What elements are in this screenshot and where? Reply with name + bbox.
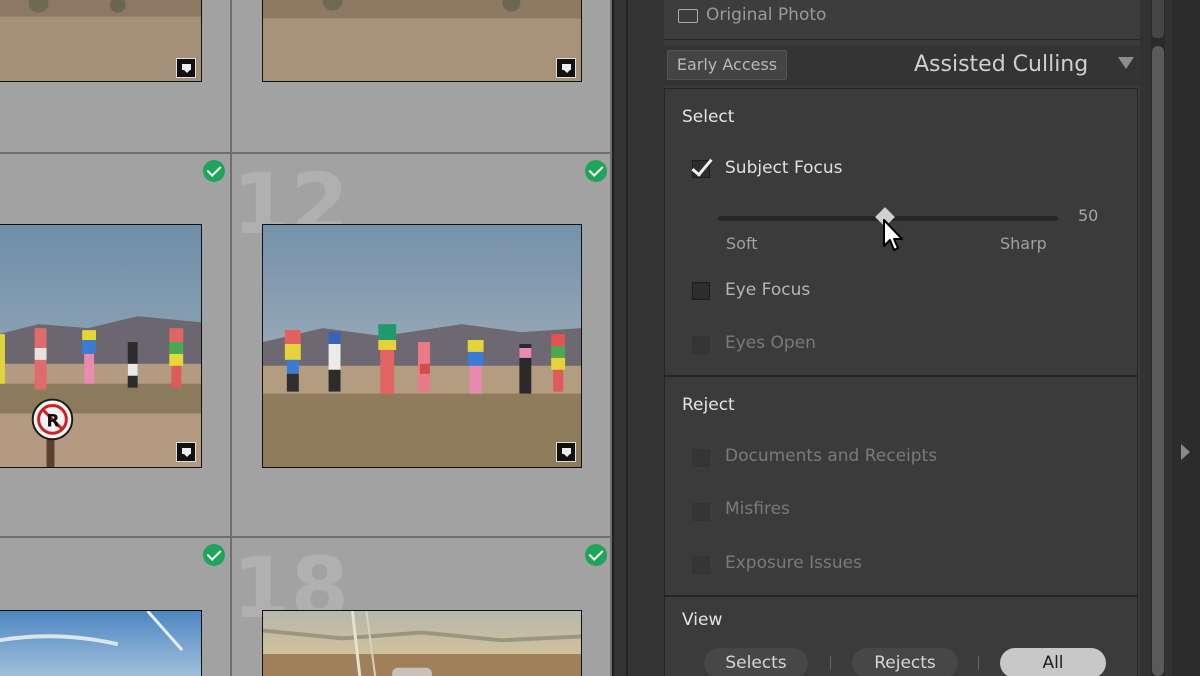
documents-receipts-label: Documents and Receipts	[725, 446, 938, 466]
check-circle-icon[interactable]	[585, 544, 607, 566]
photo-thumbnail[interactable]: R	[0, 224, 202, 468]
comment-badge-icon	[556, 58, 576, 78]
collapse-triangle-icon[interactable]	[1118, 57, 1134, 69]
view-separator	[978, 656, 979, 670]
original-photo-label: Original Photo	[706, 5, 827, 25]
grid-cell[interactable]: R	[0, 154, 232, 538]
photo-thumbnail[interactable]	[262, 224, 582, 468]
grid-cell[interactable]	[0, 538, 232, 676]
comment-badge-icon	[176, 58, 196, 78]
panel-divider	[612, 0, 664, 676]
panel-title: Assisted Culling	[914, 52, 1089, 77]
slider-max-label: Sharp	[1000, 234, 1047, 253]
subject-focus-label: Subject Focus	[725, 158, 843, 178]
check-circle-icon[interactable]	[585, 160, 607, 182]
photo-grid: R 12 18	[0, 0, 624, 676]
photo-thumbnail[interactable]	[0, 610, 202, 676]
original-photo-icon	[678, 9, 698, 23]
scrollbar-cap[interactable]	[1152, 0, 1164, 38]
exposure-issues-label: Exposure Issues	[725, 553, 862, 573]
grid-cell[interactable]: 18	[232, 538, 612, 676]
view-separator	[830, 656, 831, 670]
assisted-culling-header[interactable]: Early Access Assisted Culling	[664, 46, 1140, 86]
check-circle-icon[interactable]	[203, 544, 225, 566]
exposure-issues-checkbox[interactable]	[692, 556, 710, 574]
photo-thumbnail[interactable]	[262, 0, 582, 82]
svg-text:R: R	[47, 410, 60, 430]
check-circle-icon[interactable]	[203, 160, 225, 182]
grid-cell[interactable]: 12	[232, 154, 612, 538]
misfires-checkbox[interactable]	[692, 503, 710, 521]
divider-line	[626, 0, 628, 676]
eyes-open-label: Eyes Open	[725, 333, 816, 353]
photo-thumbnail[interactable]	[262, 610, 582, 676]
original-photo-row[interactable]: Original Photo	[664, 0, 1140, 40]
comment-badge-icon	[556, 442, 576, 462]
section-title: Reject	[682, 395, 735, 415]
eye-focus-label: Eye Focus	[725, 280, 811, 300]
view-all-button[interactable]: All	[1000, 648, 1106, 676]
eyes-open-checkbox[interactable]	[692, 336, 710, 354]
scrollbar-handle[interactable]	[1152, 46, 1164, 676]
grid-cell[interactable]	[232, 0, 612, 154]
slider-value[interactable]: 50	[1078, 206, 1098, 225]
expand-arrow-icon[interactable]	[1181, 444, 1190, 460]
photo-thumbnail[interactable]	[0, 0, 202, 82]
right-edge-panel-toggle[interactable]	[1172, 0, 1200, 676]
subject-focus-checkbox[interactable]	[692, 160, 710, 178]
view-rejects-button[interactable]: Rejects	[852, 648, 958, 676]
misfires-label: Misfires	[725, 499, 790, 519]
section-title: View	[682, 610, 723, 630]
grid-cell[interactable]	[0, 0, 232, 154]
slider-min-label: Soft	[726, 234, 758, 253]
panel-scrollbar[interactable]	[1140, 0, 1172, 676]
view-selects-button[interactable]: Selects	[704, 648, 808, 676]
eye-focus-checkbox[interactable]	[692, 282, 710, 300]
mouse-cursor-icon	[883, 219, 903, 251]
early-access-button[interactable]: Early Access	[667, 50, 787, 80]
right-panel: Original Photo Early Access Assisted Cul…	[664, 0, 1140, 676]
section-title: Select	[682, 107, 735, 127]
comment-badge-icon	[176, 442, 196, 462]
documents-receipts-checkbox[interactable]	[692, 449, 710, 467]
